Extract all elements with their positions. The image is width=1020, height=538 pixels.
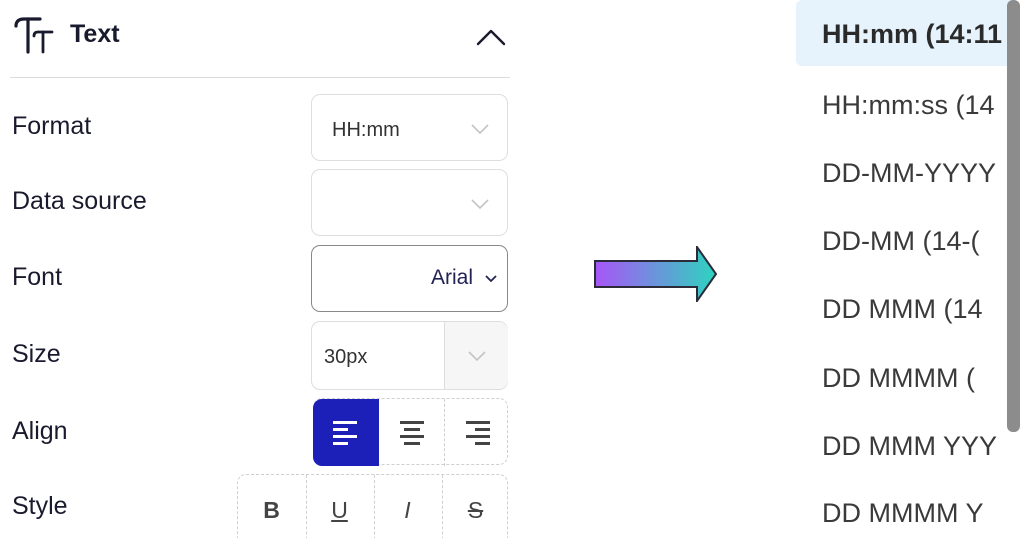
align-center-icon: [400, 421, 424, 445]
format-option[interactable]: DD MMM (14: [796, 275, 1020, 341]
format-option-label: DD MMMM Y: [822, 498, 984, 528]
format-option[interactable]: HH:mm (14:11: [796, 0, 1020, 66]
chevron-down-icon: [485, 275, 497, 283]
chevron-down-icon: [471, 199, 489, 210]
align-center-button[interactable]: [379, 399, 444, 466]
strikethrough-button[interactable]: S: [442, 475, 509, 538]
format-option[interactable]: DD-MM-YYYY: [796, 139, 1020, 205]
format-value: HH:mm: [332, 119, 400, 141]
underline-button[interactable]: U: [306, 475, 373, 538]
format-option-label: DD MMM (14: [822, 294, 983, 324]
text-format-icon: [14, 17, 54, 54]
italic-button[interactable]: I: [374, 475, 441, 538]
format-option[interactable]: DD MMM YYY: [796, 412, 1020, 478]
font-value: Arial: [430, 266, 473, 289]
format-option[interactable]: DD MMMM Y: [796, 479, 1020, 538]
font-select[interactable]: Arial: [311, 245, 508, 312]
size-input[interactable]: 30px: [311, 321, 508, 390]
format-option-label: HH:mm (14:11: [822, 19, 1003, 49]
size-label: Size: [12, 340, 61, 368]
chevron-down-icon: [468, 351, 486, 362]
format-dropdown-list: HH:mm (14:11 HH:mm:ss (14 DD-MM-YYYY DD-…: [796, 0, 1020, 538]
data-source-select[interactable]: [311, 169, 508, 236]
align-left-button[interactable]: [313, 399, 379, 466]
chevron-down-icon: [471, 124, 489, 135]
align-button-group: [313, 398, 508, 466]
format-option-label: DD-MM-YYYY: [822, 158, 996, 188]
align-right-icon: [466, 421, 490, 445]
format-option-label: HH:mm:ss (14: [822, 90, 995, 120]
format-option-label: DD MMMM (: [822, 363, 975, 393]
format-option[interactable]: HH:mm:ss (14: [796, 71, 1020, 137]
data-source-label: Data source: [12, 187, 147, 215]
format-option-label: DD MMM YYY: [822, 431, 998, 461]
format-option[interactable]: DD-MM (14-(: [796, 207, 1020, 273]
align-label: Align: [12, 417, 68, 445]
panel-title: Text: [70, 20, 120, 48]
format-label: Format: [12, 112, 92, 140]
dropdown-scrollbar[interactable]: [1007, 0, 1020, 432]
align-right-button[interactable]: [444, 399, 508, 466]
panel-header: Text: [10, 0, 510, 78]
size-dropdown-button[interactable]: [444, 322, 508, 389]
right-arrow-icon: [594, 246, 718, 302]
size-value: 30px: [324, 346, 368, 368]
font-label: Font: [12, 263, 63, 291]
bold-button[interactable]: B: [238, 475, 305, 538]
style-label: Style: [12, 492, 68, 520]
align-left-icon: [333, 421, 357, 445]
chevron-up-icon[interactable]: [474, 22, 508, 52]
style-button-group: B U I S: [237, 474, 508, 538]
format-select[interactable]: HH:mm: [311, 94, 508, 161]
format-option[interactable]: DD MMMM (: [796, 344, 1020, 410]
format-option-label: DD-MM (14-(: [822, 226, 980, 256]
